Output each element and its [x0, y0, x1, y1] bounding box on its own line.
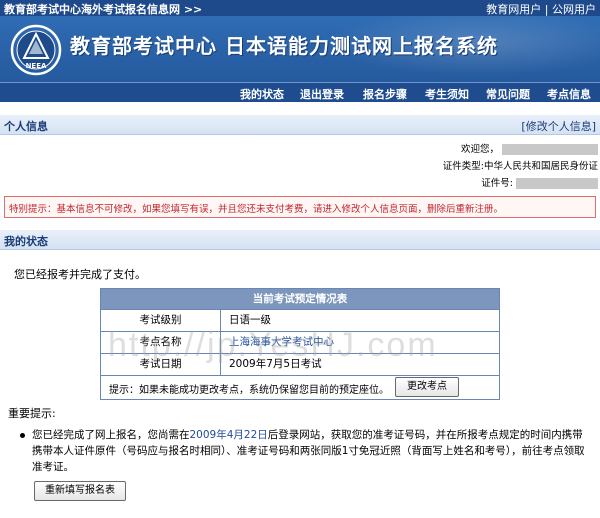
public-user-link[interactable]: 公网用户	[552, 3, 596, 16]
watermark: http://jp.YesHJ.com	[108, 326, 438, 364]
important-notice-text: 您已经完成了网上报名，您尚需在2009年4月22日后登录网站，获取您的准考证号码…	[32, 427, 590, 475]
nav-my-status[interactable]: 我的状态	[240, 86, 284, 102]
id-type-value: 中华人民共和国居民身份证	[483, 161, 598, 172]
id-type-row: 证件类型:中华人民共和国居民身份证	[443, 158, 598, 172]
system-title: 教育部考试中心 日本语能力测试网上报名系统	[70, 34, 498, 58]
important-notice-title: 重要提示:	[8, 407, 56, 420]
notice-text-before: 您已经完成了网上报名，您尚需在	[32, 429, 190, 441]
booking-tip-row: 提示：如果未能成功更改考点，系统仍保留您目前的预定座位。 更改考点	[101, 375, 499, 399]
neea-logo-icon: NEEA	[10, 24, 62, 76]
my-status-header: 我的状态	[0, 230, 600, 250]
top-bar: 教育部考试中心海外考试报名信息网 >> 教育网用户 | 公网用户	[0, 0, 600, 16]
nav-candidate-notes[interactable]: 考生须知	[425, 86, 469, 102]
notice-date: 2009年4月22日	[189, 429, 268, 441]
booking-table-title: 当前考试预定情况表	[101, 289, 499, 309]
refill-form-button[interactable]: 重新填写报名表	[34, 481, 126, 501]
banner: NEEA 教育部考试中心 日本语能力测试网上报名系统	[0, 16, 600, 82]
warning-notice: 特别提示：基本信息不可修改，如果您填写有误，并且您还未支付考费，请进入修改个人信…	[4, 196, 596, 218]
nav-faq[interactable]: 常见问题	[486, 86, 530, 102]
edu-user-link[interactable]: 教育网用户	[486, 3, 541, 16]
site-title-link[interactable]: 教育部考试中心海外考试报名信息网 >>	[4, 1, 202, 17]
nav-registration-steps[interactable]: 报名步骤	[363, 86, 407, 102]
booking-tip: 提示：如果未能成功更改考点，系统仍保留您目前的预定座位。	[109, 385, 389, 396]
welcome-row: 欢迎您，	[461, 141, 598, 155]
welcome-label: 欢迎您，	[460, 144, 499, 155]
id-number-row: 证件号:	[481, 175, 598, 189]
id-type-label: 证件类型:	[442, 161, 484, 172]
personal-info-title: 个人信息	[4, 120, 48, 133]
nav-logout[interactable]: 退出登录	[300, 86, 344, 102]
important-notice-item: 您已经完成了网上报名，您尚需在2009年4月22日后登录网站，获取您的准考证号码…	[20, 427, 590, 475]
my-status-title: 我的状态	[4, 235, 48, 248]
user-type-links: 教育网用户 | 公网用户	[486, 1, 596, 17]
main-nav: 我的状态 退出登录 报名步骤 考生须知 常见问题 考点信息	[0, 82, 600, 102]
personal-info-header: 个人信息 [修改个人信息]	[0, 115, 600, 135]
paid-message: 您已经报考并完成了支付。	[14, 268, 146, 281]
separator: |	[544, 3, 549, 16]
logo-text: NEEA	[26, 62, 47, 70]
user-name-redacted	[502, 144, 598, 155]
change-test-center-button[interactable]: 更改考点	[395, 377, 459, 397]
id-number-redacted	[516, 178, 598, 189]
nav-test-center-info[interactable]: 考点信息	[547, 86, 591, 102]
bullet-icon	[20, 433, 25, 438]
edit-personal-info-link[interactable]: [修改个人信息]	[521, 118, 596, 134]
id-number-label: 证件号:	[481, 178, 513, 189]
